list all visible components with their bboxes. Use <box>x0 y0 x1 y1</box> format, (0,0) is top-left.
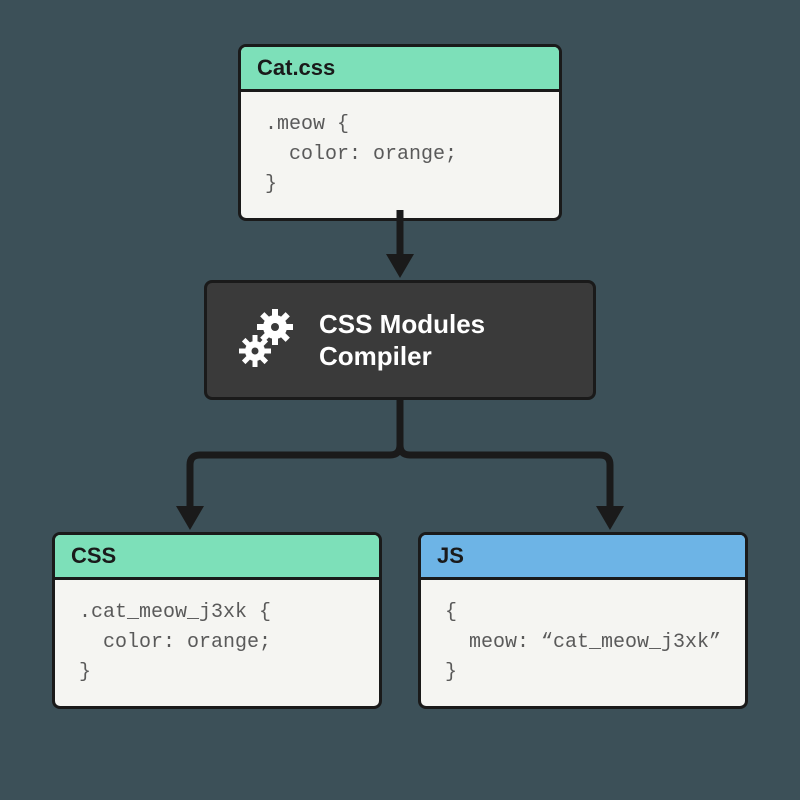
arrow-down-icon <box>380 210 420 280</box>
branch-arrows-icon <box>130 400 670 540</box>
output-js-code: { meow: “cat_meow_j3xk” } <box>421 580 745 706</box>
output-css-title: CSS <box>55 535 379 580</box>
source-file-code: .meow { color: orange; } <box>241 92 559 218</box>
output-css-box: CSS .cat_meow_j3xk { color: orange; } <box>52 532 382 709</box>
source-file-box: Cat.css .meow { color: orange; } <box>238 44 562 221</box>
output-css-code: .cat_meow_j3xk { color: orange; } <box>55 580 379 706</box>
compiler-label: CSS Modules Compiler <box>319 308 485 373</box>
source-file-title: Cat.css <box>241 47 559 92</box>
output-js-title: JS <box>421 535 745 580</box>
compiler-box: CSS Modules Compiler <box>204 280 596 400</box>
gears-icon <box>237 309 299 371</box>
output-js-box: JS { meow: “cat_meow_j3xk” } <box>418 532 748 709</box>
